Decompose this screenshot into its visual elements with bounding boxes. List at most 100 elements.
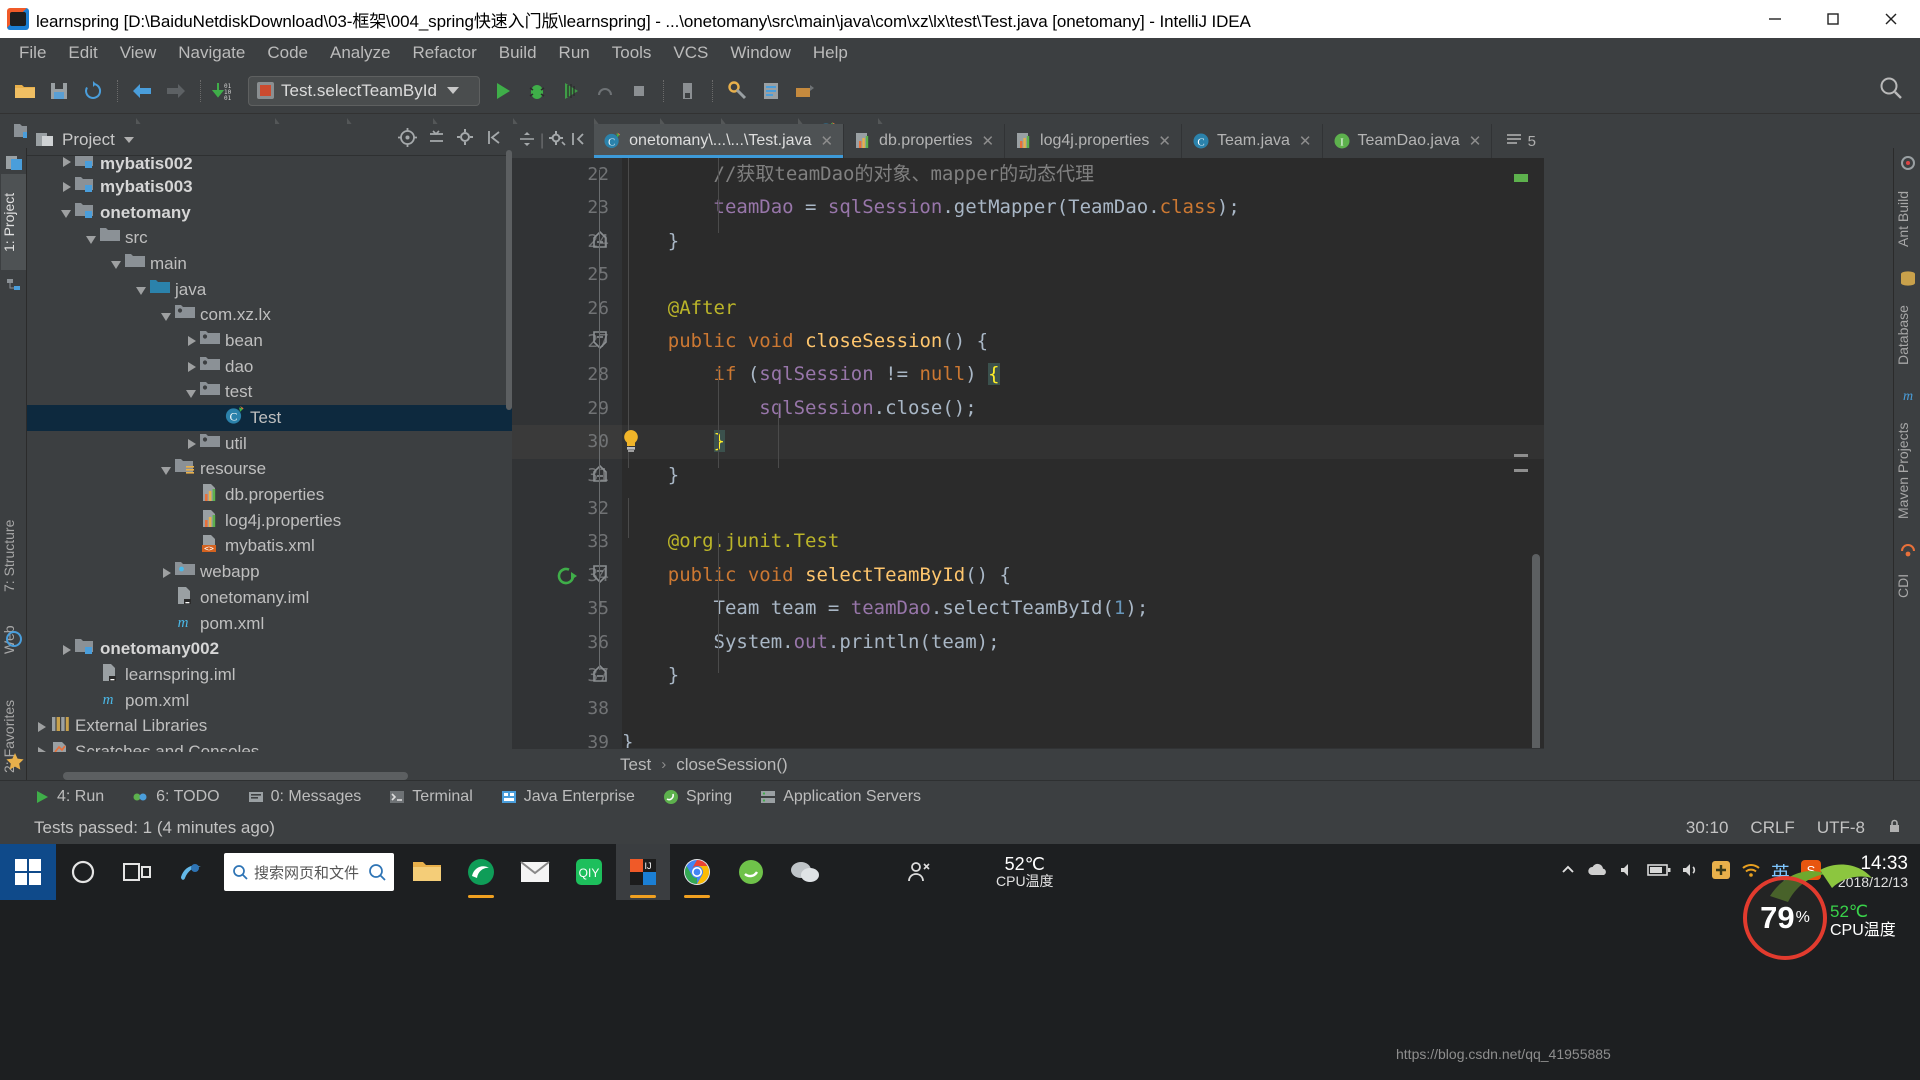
wifi-icon[interactable]	[1741, 862, 1761, 882]
tree-node-mybatis002[interactable]: mybatis002	[27, 156, 512, 174]
search-input[interactable]: 搜索网页和文件	[224, 853, 394, 891]
menu-analyze[interactable]: Analyze	[319, 41, 401, 65]
chevron-down-icon[interactable]	[108, 251, 125, 276]
code-line[interactable]: @After	[622, 292, 1544, 325]
collapse-all-icon[interactable]	[427, 128, 446, 152]
code-line[interactable]: //获取teamDao的对象、mapper的动态代理	[622, 158, 1544, 191]
stop-icon[interactable]	[622, 74, 656, 108]
code-line[interactable]: sqlSession.close();	[622, 392, 1544, 425]
chevron-right-icon[interactable]	[183, 431, 200, 456]
edge-browser-icon[interactable]	[454, 844, 508, 900]
app-blue-swirl-icon[interactable]	[164, 844, 218, 900]
tree-node-mybatis003[interactable]: mybatis003	[27, 174, 512, 200]
gear-icon[interactable]	[548, 130, 566, 153]
tree-node-test[interactable]: C Test	[27, 405, 512, 431]
chevron-down-icon[interactable]	[158, 457, 175, 482]
editor-marker-1[interactable]	[1514, 454, 1528, 457]
sidebar-item-cdi[interactable]: CDI	[1895, 562, 1920, 610]
line-separator[interactable]: CRLF	[1750, 818, 1794, 838]
locate-file-icon[interactable]	[398, 127, 417, 152]
code-line[interactable]	[622, 492, 1544, 525]
hide-editor-panel-icon[interactable]	[570, 130, 588, 153]
menu-help[interactable]: Help	[802, 41, 859, 65]
maximize-button[interactable]	[1804, 0, 1862, 38]
tree-node-onetomany.iml[interactable]: onetomany.iml	[27, 585, 512, 611]
tab-db-properties[interactable]: db.properties ✕	[844, 124, 1006, 158]
profile-icon[interactable]	[588, 74, 622, 108]
tree-node-dao[interactable]: dao	[27, 354, 512, 380]
code-line[interactable]	[622, 692, 1544, 725]
code-line[interactable]: }	[622, 659, 1544, 692]
battery-icon[interactable]	[1647, 863, 1671, 881]
editor-gutter[interactable]: 222324252627282930313233343536373839	[512, 158, 638, 780]
chevron-right-icon[interactable]	[58, 637, 75, 662]
hide-panel-icon[interactable]	[485, 128, 504, 152]
mail-icon[interactable]	[508, 844, 562, 900]
code-line[interactable]: }	[622, 225, 1544, 258]
code-line[interactable]: }	[622, 459, 1544, 492]
back-icon[interactable]	[125, 74, 159, 108]
bottom-item-application-servers[interactable]: Application Servers	[760, 788, 921, 806]
minimize-button[interactable]	[1746, 0, 1804, 38]
tree-node-bean[interactable]: bean	[27, 328, 512, 354]
chevron-down-icon[interactable]	[58, 200, 75, 225]
gear-icon[interactable]	[456, 128, 475, 152]
close-icon[interactable]: ✕	[1469, 132, 1482, 150]
sidebar-item-project[interactable]: 1: Project	[1, 174, 26, 270]
tab-teamdao-java[interactable]: I TeamDao.java ✕	[1323, 124, 1493, 158]
code-line[interactable]: @org.junit.Test	[622, 525, 1544, 558]
file-explorer-icon[interactable]	[400, 844, 454, 900]
chevron-right-icon[interactable]	[158, 560, 175, 585]
bottom-item-run[interactable]: 4: Run	[34, 788, 104, 806]
bottom-item-terminal[interactable]: Terminal	[389, 788, 473, 806]
chevron-down-icon[interactable]	[83, 226, 100, 251]
bottom-item-todo[interactable]: 6: TODO	[132, 788, 220, 806]
caret-position[interactable]: 30:10	[1686, 818, 1729, 838]
chevron-right-icon[interactable]	[183, 354, 200, 379]
chevron-right-icon[interactable]	[33, 739, 50, 752]
debug-icon[interactable]	[520, 74, 554, 108]
bottom-item-spring[interactable]: Spring	[663, 788, 732, 806]
forward-icon[interactable]	[159, 74, 193, 108]
code-line[interactable]: }	[622, 425, 1544, 459]
tree-node-test[interactable]: test	[27, 380, 512, 406]
bottom-item-messages[interactable]: 0: Messages	[248, 788, 361, 806]
tree-node-com.xz.lx[interactable]: com.xz.lx	[27, 302, 512, 328]
chevron-down-icon[interactable]	[133, 277, 150, 302]
chrome-icon[interactable]	[670, 844, 724, 900]
sidebar-item-database[interactable]: Database	[1895, 290, 1920, 380]
chevron-up-icon[interactable]	[1559, 862, 1577, 882]
close-icon[interactable]: ✕	[981, 132, 994, 150]
exit-icon[interactable]	[671, 74, 705, 108]
open-project-icon[interactable]	[8, 74, 42, 108]
editor-code-area[interactable]: //获取teamDao的对象、mapper的动态代理 teamDao = sql…	[622, 158, 1544, 780]
bottom-item-java-enterprise[interactable]: Java Enterprise	[501, 788, 635, 806]
menu-navigate[interactable]: Navigate	[167, 41, 256, 65]
chevron-right-icon[interactable]	[183, 328, 200, 353]
chevron-down-icon[interactable]	[158, 303, 175, 328]
tree-node-log4j.properties[interactable]: log4j.properties	[27, 508, 512, 534]
menu-file[interactable]: File	[8, 41, 57, 65]
tree-node-mybatis.xml[interactable]: <> mybatis.xml	[27, 534, 512, 560]
menu-refactor[interactable]: Refactor	[401, 41, 487, 65]
intention-bulb-icon[interactable]	[620, 429, 642, 458]
menu-run[interactable]: Run	[548, 41, 601, 65]
expand-collapse-icon[interactable]	[518, 130, 536, 153]
editor-inspection-ok-marker[interactable]	[1514, 174, 1528, 182]
menu-view[interactable]: View	[109, 41, 168, 65]
save-all-icon[interactable]	[42, 74, 76, 108]
task-view-icon[interactable]	[110, 844, 164, 900]
tree-node-util[interactable]: util	[27, 431, 512, 457]
file-encoding[interactable]: UTF-8	[1817, 818, 1865, 838]
sync-icon[interactable]	[76, 74, 110, 108]
chevron-down-icon[interactable]	[183, 380, 200, 405]
tree-node-onetomany[interactable]: onetomany	[27, 200, 512, 226]
tree-node-pom.xml[interactable]: m pom.xml	[27, 611, 512, 637]
code-line[interactable]: System.out.println(team);	[622, 626, 1544, 659]
code-line[interactable]: public void closeSession() {	[622, 325, 1544, 358]
lock-icon[interactable]	[1887, 818, 1902, 839]
cpu-usage-gauge[interactable]: 79 %	[1743, 876, 1827, 960]
editor-marker-2[interactable]	[1514, 469, 1528, 472]
run-configuration-selector[interactable]: Test.selectTeamById	[248, 75, 480, 106]
taskbar-clock[interactable]: 14:33 2018/12/13	[1838, 853, 1908, 890]
